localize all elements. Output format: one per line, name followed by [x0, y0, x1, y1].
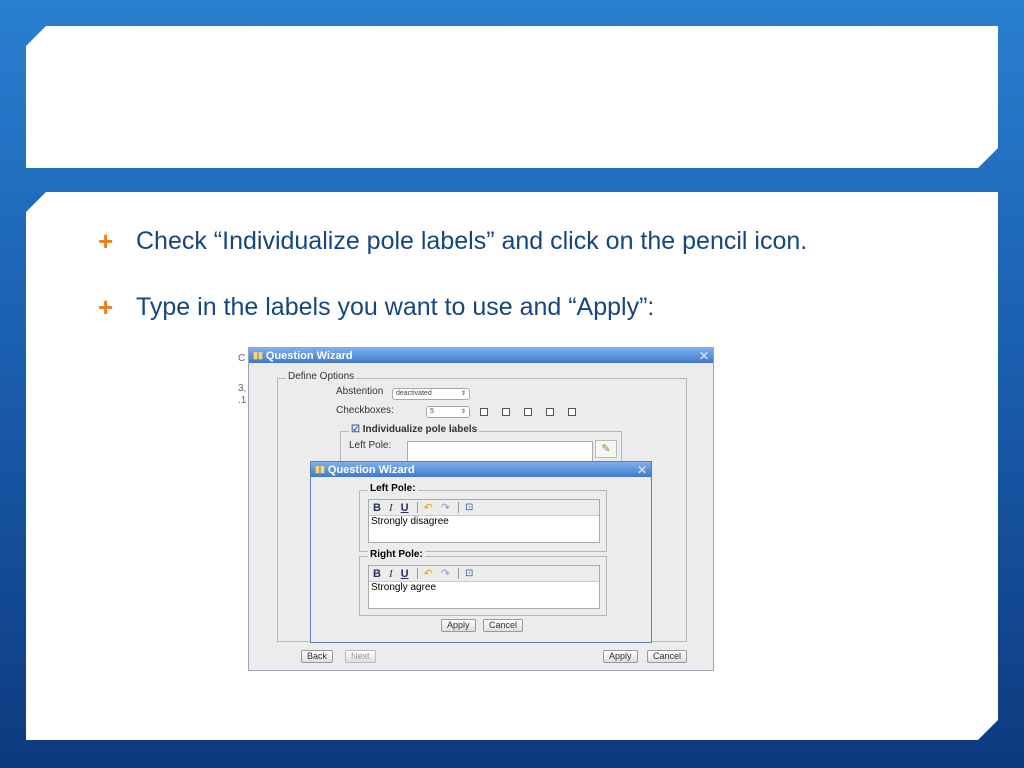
- source-icon[interactable]: ⊡: [465, 568, 473, 579]
- app-logo-icon: ▮▮: [253, 350, 263, 360]
- scale-checkbox-preview: [502, 408, 510, 416]
- right-pole-legend: Right Pole:: [368, 549, 425, 560]
- bullet-2-text: Type in the labels you want to use and “…: [136, 293, 655, 321]
- abstention-label: Abstention: [336, 386, 384, 397]
- underline-button[interactable]: U: [401, 502, 409, 514]
- bold-button[interactable]: B: [373, 502, 381, 514]
- back-button[interactable]: Back: [301, 650, 334, 663]
- left-pole-editor[interactable]: B I U ↶ ↷ ⊡ Strongly disagree: [368, 499, 600, 543]
- left-pole-label: Left Pole:: [349, 440, 392, 451]
- next-button[interactable]: Next: [345, 650, 376, 663]
- scale-checkbox-preview: [568, 408, 576, 416]
- toolbar-separator: [458, 568, 460, 579]
- question-wizard-dialog-front: ▮▮ Question Wizard ✕ Left Pole: B I U ↶ …: [310, 461, 652, 643]
- cancel-button[interactable]: Cancel: [647, 650, 688, 663]
- bg-fragment: 3,: [238, 383, 247, 394]
- define-options-legend: Define Options: [286, 371, 357, 382]
- underline-button[interactable]: U: [401, 568, 409, 580]
- individualize-legend: ☑ Individualize pole labels: [349, 424, 480, 435]
- redo-icon[interactable]: ↷: [441, 501, 450, 514]
- checkboxes-select[interactable]: 5 ⇕: [426, 406, 470, 418]
- bullet-1: + Check “Individualize pole labels” and …: [98, 226, 807, 257]
- bg-fragment: .1: [238, 395, 247, 406]
- scale-checkbox-preview: [546, 408, 554, 416]
- close-icon[interactable]: ✕: [637, 463, 647, 477]
- toolbar-separator: [416, 502, 418, 513]
- bullet-2: + Type in the labels you want to use and…: [98, 292, 654, 323]
- plus-icon: +: [98, 292, 114, 322]
- apply-button[interactable]: Apply: [603, 650, 638, 663]
- abstention-select[interactable]: deactivated ⇕: [392, 388, 470, 400]
- app-logo-icon: ▮▮: [315, 464, 325, 474]
- bg-fragment: C: [238, 353, 246, 364]
- title-panel: [26, 26, 998, 168]
- left-pole-legend: Left Pole:: [368, 483, 418, 494]
- undo-icon[interactable]: ↶: [424, 567, 433, 580]
- redo-icon[interactable]: ↷: [441, 567, 450, 580]
- right-pole-editor[interactable]: B I U ↶ ↷ ⊡ Strongly agree: [368, 565, 600, 609]
- source-icon[interactable]: ⊡: [465, 502, 473, 513]
- italic-button[interactable]: I: [389, 502, 393, 514]
- left-pole-group: Left Pole: B I U ↶ ↷ ⊡ Strongly disagree: [359, 483, 607, 552]
- bold-button[interactable]: B: [373, 568, 381, 580]
- screenshot: C 3, .1 ▮▮ Question Wizard ✕ Define Opti…: [238, 345, 714, 671]
- right-pole-text: Strongly agree: [371, 582, 437, 593]
- checkbox-checked-icon[interactable]: ☑: [351, 424, 360, 435]
- editor-toolbar: B I U ↶ ↷ ⊡: [369, 566, 599, 582]
- cancel-button[interactable]: Cancel: [483, 619, 524, 632]
- undo-icon[interactable]: ↶: [424, 501, 433, 514]
- plus-icon: +: [98, 226, 114, 256]
- toolbar-separator: [416, 568, 418, 579]
- toolbar-separator: [458, 502, 460, 513]
- left-pole-text: Strongly disagree: [371, 516, 449, 527]
- right-pole-group: Right Pole: B I U ↶ ↷ ⊡ Strongly agree: [359, 549, 607, 616]
- pencil-icon[interactable]: ✎: [595, 440, 617, 458]
- italic-button[interactable]: I: [389, 568, 393, 580]
- dialog-titlebar: ▮▮ Question Wizard ✕: [311, 462, 651, 477]
- close-icon[interactable]: ✕: [699, 349, 709, 363]
- apply-button[interactable]: Apply: [441, 619, 476, 632]
- dialog-titlebar: ▮▮ Question Wizard ✕: [249, 348, 713, 363]
- editor-toolbar: B I U ↶ ↷ ⊡: [369, 500, 599, 516]
- checkboxes-label: Checkboxes:: [336, 405, 394, 416]
- dialog-title: Question Wizard: [327, 463, 415, 476]
- scale-checkbox-preview: [524, 408, 532, 416]
- dialog-title: Question Wizard: [265, 349, 353, 362]
- scale-checkbox-preview: [480, 408, 488, 416]
- bullet-1-text: Check “Individualize pole labels” and cl…: [136, 227, 808, 255]
